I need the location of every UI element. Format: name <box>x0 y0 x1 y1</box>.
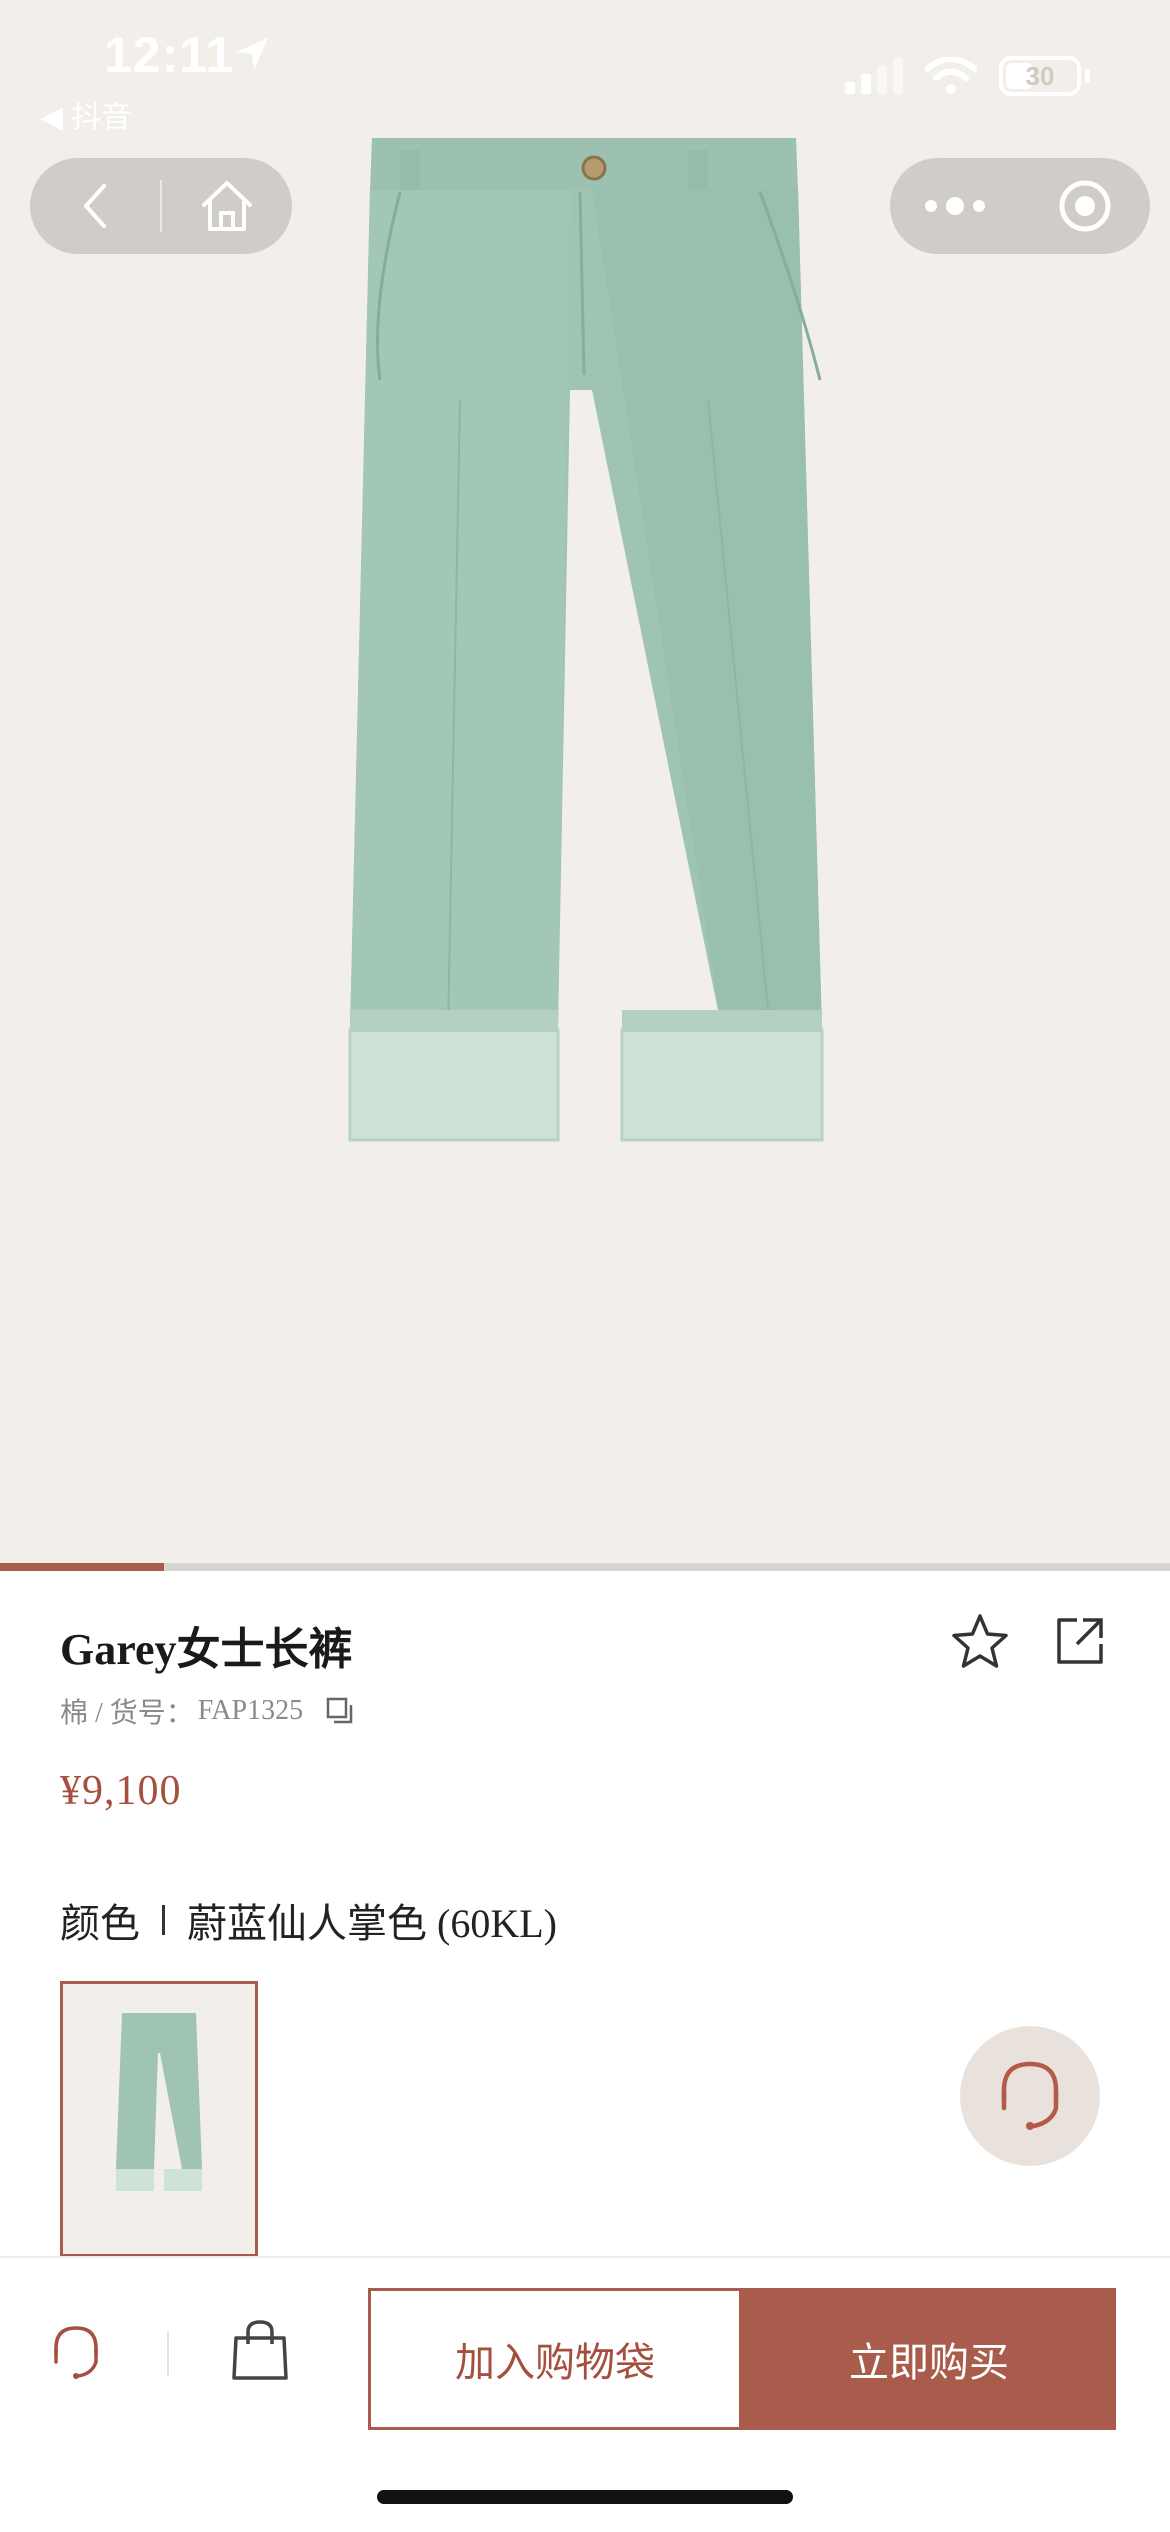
status-indicators: 30 <box>845 56 1090 96</box>
battery-level: 30 <box>1025 60 1055 91</box>
wifi-icon <box>925 57 977 94</box>
star-icon <box>952 1614 1008 1668</box>
back-button[interactable] <box>30 158 160 254</box>
buy-now-button[interactable]: 立即购买 <box>742 2288 1116 2430</box>
sku-value: FAP1325 <box>197 1695 304 1726</box>
chevron-left-icon <box>84 184 106 228</box>
share-button[interactable] <box>1050 1611 1110 1671</box>
material-label: 棉 / 货号： <box>60 1698 194 1729</box>
more-dots-icon <box>925 197 985 215</box>
headset-icon[interactable] <box>46 2322 106 2382</box>
color-row: 颜色 蔚蓝仙人掌色 (60KL) <box>60 1891 557 1949</box>
color-label: 颜色 <box>60 1901 140 1946</box>
customer-service-fab[interactable] <box>960 2026 1100 2166</box>
close-miniapp-button[interactable] <box>1020 158 1150 254</box>
favorite-button[interactable] <box>950 1611 1010 1671</box>
location-arrow-icon <box>236 38 268 70</box>
signal-icon <box>845 58 903 94</box>
add-to-bag-button[interactable]: 加入购物袋 <box>368 2288 742 2430</box>
gallery-progress-fill <box>0 1563 164 1571</box>
status-time: 12:11 <box>104 27 235 83</box>
nav-capsule <box>30 158 292 254</box>
bottom-action-bar: 加入购物袋 立即购买 <box>0 2256 1170 2532</box>
product-gallery[interactable]: 12:11 ◀ 抖音 30 <box>0 0 1170 1565</box>
product-title: Garey女士长裤 <box>60 1625 353 1674</box>
miniapp-capsule <box>890 158 1150 254</box>
home-icon <box>202 181 252 231</box>
copy-icon[interactable] <box>325 1696 355 1726</box>
color-divider <box>162 1905 165 1935</box>
product-image <box>348 138 824 1142</box>
share-external-icon <box>1057 1618 1103 1664</box>
home-indicator <box>377 2490 793 2504</box>
product-meta: 棉 / 货号： FAP1325 <box>60 1691 355 1731</box>
product-price: ¥9,100 <box>60 1768 182 1814</box>
gallery-progress <box>0 1563 1170 1571</box>
back-to-app-link[interactable]: ◀ 抖音 <box>40 92 131 136</box>
title-actions <box>950 1611 1110 1671</box>
color-swatch-thumbnail[interactable] <box>60 1981 258 2257</box>
color-value: 蔚蓝仙人掌色 (60KL) <box>187 1901 557 1946</box>
thumbnail-image <box>116 2013 202 2191</box>
product-info: Garey女士长裤 棉 / 货号： FAP1325 ¥9,100 颜色 蔚蓝仙人… <box>0 1571 1170 2261</box>
home-button[interactable] <box>162 158 292 254</box>
bottom-divider <box>167 2332 169 2376</box>
headset-icon <box>1001 2061 1059 2130</box>
battery-icon: 30 <box>999 56 1081 96</box>
status-bar: 12:11 ◀ 抖音 30 <box>0 0 1170 140</box>
target-circle-icon <box>1059 180 1111 232</box>
more-button[interactable] <box>890 158 1020 254</box>
shopping-bag-icon[interactable] <box>228 2318 292 2382</box>
